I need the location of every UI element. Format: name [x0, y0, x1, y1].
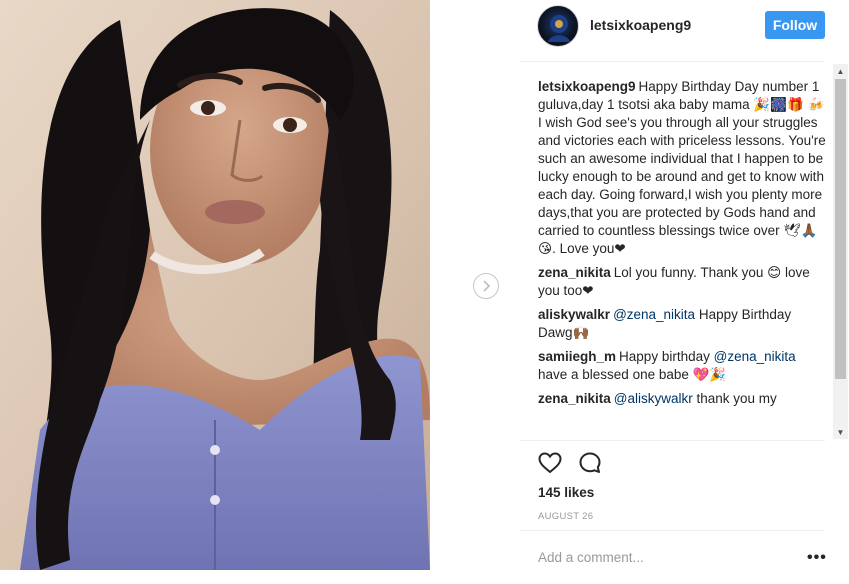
comment-item: zena_nikita @aliskywalkr thank you my	[538, 390, 828, 408]
avatar-image	[548, 15, 570, 42]
divider	[520, 530, 825, 531]
comment-item: samiiegh_m Happy birthday @zena_nikita ha…	[538, 348, 828, 384]
post-photo[interactable]	[0, 0, 430, 570]
comment-item: aliskywalkr @zena_nikita Happy Birthday D…	[538, 306, 828, 342]
next-photo-button[interactable]	[473, 273, 499, 299]
avatar[interactable]	[537, 5, 579, 47]
comment-text: have a blessed one babe 💖🎉	[538, 367, 727, 382]
divider	[520, 61, 825, 62]
add-comment-input[interactable]	[538, 547, 793, 567]
comment-text: thank you my	[692, 391, 777, 406]
speech-bubble-icon	[579, 452, 601, 473]
comments-list[interactable]: letsixkoapeng9 Happy Birthday Day number …	[538, 78, 828, 440]
comment-mention-link[interactable]: @zena_nikita	[613, 307, 695, 322]
comment-text: Happy birthday	[619, 349, 714, 364]
comment-mention-link[interactable]: @aliskywalkr	[614, 391, 693, 406]
comment-author[interactable]: samiiegh_m	[538, 349, 616, 364]
comment-author[interactable]: aliskywalkr	[538, 307, 610, 322]
post-sidebar: letsixkoapeng9 Follow letsixkoapeng9 Happ…	[520, 0, 849, 584]
comment-mention-link[interactable]: @zena_nikita	[714, 349, 796, 364]
like-button[interactable]	[537, 450, 563, 476]
chevron-right-icon	[483, 280, 491, 292]
comment-author[interactable]: zena_nikita	[538, 265, 611, 280]
likes-count[interactable]: 145 likes	[538, 485, 594, 500]
action-bar	[537, 450, 603, 476]
more-options-button[interactable]: •••	[807, 549, 827, 567]
divider	[520, 440, 825, 441]
comment-author[interactable]: zena_nikita	[538, 391, 611, 406]
scroll-up-arrow-icon[interactable]: ▲	[833, 64, 848, 78]
scroll-down-arrow-icon[interactable]: ▼	[833, 425, 848, 439]
post-author-username[interactable]: letsixkoapeng9	[590, 17, 691, 33]
comment-item: letsixkoapeng9 Happy Birthday Day number …	[538, 78, 828, 258]
comment-button[interactable]	[577, 450, 603, 476]
comments-scrollbar[interactable]: ▲ ▼	[833, 64, 848, 439]
post-header: letsixkoapeng9 Follow	[520, 0, 849, 52]
scrollbar-thumb[interactable]	[835, 79, 846, 379]
follow-button[interactable]: Follow	[765, 11, 825, 39]
comment-author[interactable]: letsixkoapeng9	[538, 79, 636, 94]
heart-outline-icon	[538, 452, 562, 474]
post-date[interactable]: AUGUST 26	[538, 511, 593, 522]
comment-text: Happy Birthday Day number 1 guluva,day 1…	[538, 79, 826, 256]
photo-illustration	[0, 0, 430, 570]
comment-item: zena_nikita Lol you funny. Thank you 😊 lo…	[538, 264, 828, 300]
